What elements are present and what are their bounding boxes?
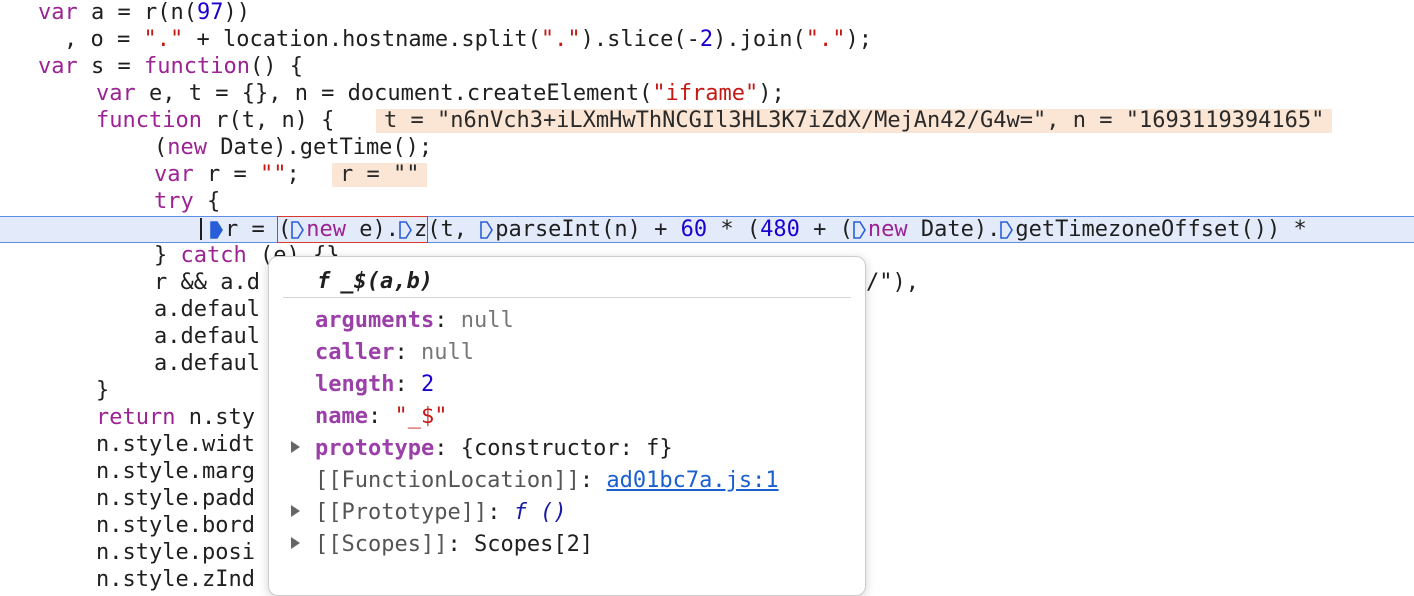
inline-param-values: t = "n6nVch3+iLXmHwThNCGIl3HL3K7iZdX/Mej… (376, 109, 1333, 133)
code-line[interactable]: var e, t = {}, n = document.createElemen… (0, 81, 1414, 108)
expand-triangle-icon[interactable] (291, 505, 300, 517)
evaluated-expression[interactable]: (new e). z (276, 216, 429, 243)
breakpoint-marker-icon[interactable] (210, 220, 223, 239)
code-line[interactable]: var a = r(n(97)) (0, 0, 1414, 27)
property-length[interactable]: length: 2 (315, 371, 434, 399)
property-internal-prototype[interactable]: [[Prototype]]: f () (315, 499, 567, 527)
popover-title: f _$(a,b) (317, 269, 433, 294)
property-scopes[interactable]: [[Scopes]]: Scopes[2] (315, 531, 593, 559)
breakpoint-marker-icon[interactable] (853, 220, 866, 239)
breakpoint-marker-icon[interactable] (291, 220, 305, 239)
property-name[interactable]: name: "_$" (315, 403, 447, 431)
popover-divider (283, 297, 851, 298)
breakpoint-marker-icon[interactable] (1000, 220, 1014, 239)
breakpoint-marker-icon[interactable] (399, 220, 412, 239)
property-prototype[interactable]: prototype: {constructor: f} (315, 435, 673, 463)
breakpoint-marker-icon[interactable] (480, 220, 494, 239)
expand-triangle-icon[interactable] (291, 441, 300, 453)
code-line[interactable]: var r = ""; (0, 162, 1414, 189)
object-preview-popover[interactable]: f _$(a,b) arguments: null caller: null le… (268, 256, 866, 596)
code-line[interactable]: var s = function() { (0, 54, 1414, 81)
current-execution-line[interactable]: r = (new e). z(t, parseInt(n) + 60 * (480… (0, 216, 1414, 243)
code-line[interactable]: try { (0, 189, 1414, 216)
code-line[interactable]: (new Date).getTime(); (0, 135, 1414, 162)
property-function-location: [[FunctionLocation]]: ad01bc7a.js:1 (315, 468, 779, 493)
function-location-link[interactable]: ad01bc7a.js:1 (606, 468, 778, 493)
inline-r-value: r = "" (332, 163, 428, 187)
property-caller[interactable]: caller: null (315, 339, 474, 367)
property-arguments[interactable]: arguments: null (315, 307, 514, 335)
expand-triangle-icon[interactable] (291, 537, 300, 549)
code-line[interactable]: , o = "." + location.hostname.split(".")… (0, 27, 1414, 54)
